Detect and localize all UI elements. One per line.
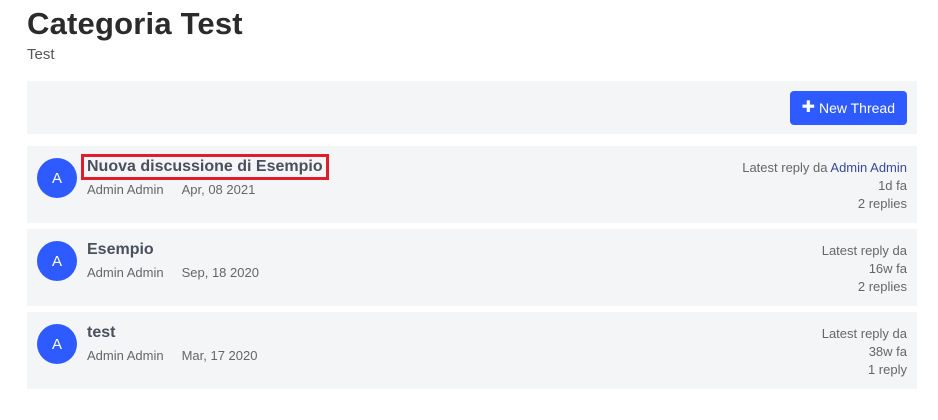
latest-reply-ago: 16w fa xyxy=(868,261,907,276)
avatar[interactable]: A xyxy=(37,241,77,281)
thread-meta: Admin Admin Apr, 08 2021 xyxy=(87,182,255,197)
thread-date: Apr, 08 2021 xyxy=(181,182,256,197)
latest-reply-label: Latest reply da xyxy=(742,160,828,175)
thread-row: A test Admin Admin Mar, 17 2020 Latest re… xyxy=(27,312,917,389)
thread-activity: Latest reply da Admin Admin 1d fa 2 repl… xyxy=(742,159,907,213)
new-thread-label: New Thread xyxy=(818,100,895,116)
plus-icon: ✚ xyxy=(801,99,815,116)
thread-row: A Esempio Admin Admin Sep, 18 2020 Latest… xyxy=(27,229,917,306)
thread-date: Sep, 18 2020 xyxy=(181,265,259,280)
thread-author: Admin Admin xyxy=(87,182,164,197)
reply-count: 1 reply xyxy=(867,362,907,377)
thread-meta: Admin Admin Mar, 17 2020 xyxy=(87,348,257,363)
avatar[interactable]: A xyxy=(37,324,77,364)
thread-title-link[interactable]: test xyxy=(87,324,115,342)
latest-reply-ago: 38w fa xyxy=(868,344,907,359)
thread-date: Mar, 17 2020 xyxy=(181,348,258,363)
page-title: Categoria Test xyxy=(27,6,243,41)
reply-count: 2 replies xyxy=(857,196,907,211)
new-thread-button[interactable]: ✚ New Thread xyxy=(789,91,907,125)
forum-category-page: Categoria Test Test ✚ New Thread A Nuova… xyxy=(0,0,938,420)
thread-row: A Nuova discussione di Esempio Admin Adm… xyxy=(27,146,917,223)
thread-author: Admin Admin xyxy=(87,265,164,280)
thread-title-link[interactable]: Esempio xyxy=(87,241,154,259)
avatar[interactable]: A xyxy=(37,158,77,198)
latest-reply-ago: 1d fa xyxy=(878,178,907,193)
latest-reply-line: Latest reply da Admin Admin xyxy=(742,159,907,177)
reply-count: 2 replies xyxy=(857,279,907,294)
latest-reply-author-link[interactable]: Admin Admin xyxy=(830,160,907,175)
thread-activity: Latest reply da 38w fa 1 reply xyxy=(822,325,907,379)
latest-reply-label: Latest reply da xyxy=(821,243,907,258)
thread-author: Admin Admin xyxy=(87,348,164,363)
page-subtitle: Test xyxy=(27,46,55,63)
thread-title-link[interactable]: Nuova discussione di Esempio xyxy=(81,154,329,180)
thread-activity: Latest reply da 16w fa 2 replies xyxy=(822,242,907,296)
thread-meta: Admin Admin Sep, 18 2020 xyxy=(87,265,259,280)
latest-reply-label: Latest reply da xyxy=(821,326,907,341)
toolbar: ✚ New Thread xyxy=(27,81,917,134)
